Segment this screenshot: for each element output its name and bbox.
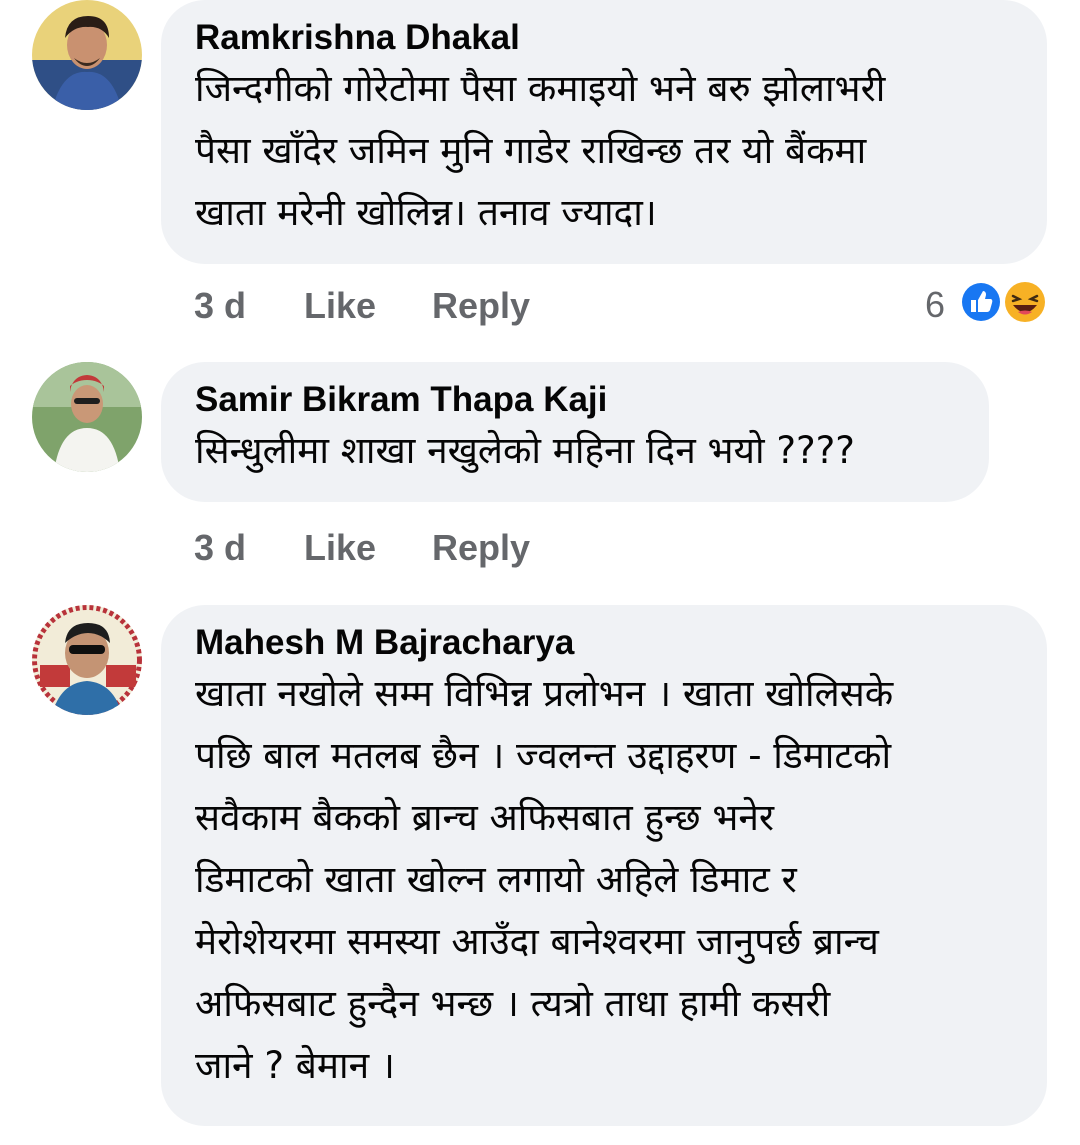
comment-text-line: जाने ? बेमान । xyxy=(195,1044,395,1087)
comment-text-line: डिमाटको खाता खोल्न लगायो अहिले डिमाट र xyxy=(195,858,797,901)
avatar[interactable] xyxy=(32,0,142,110)
comment-text-line: सिन्धुलीमा शाखा नखुलेको महिना दिन भयो ??… xyxy=(195,429,855,472)
comment-text-line: खाता नखोले सम्म विभिन्न प्रलोभन । खाता ख… xyxy=(195,672,894,715)
like-icon xyxy=(960,281,1002,323)
comment-author[interactable]: Samir Bikram Thapa Kaji xyxy=(195,380,955,420)
comment-text-line: जिन्दगीको गोरेटोमा पैसा कमाइयो भने बरु झ… xyxy=(195,67,886,110)
comments-thread: Ramkrishna Dhakal जिन्दगीको गोरेटोमा पैस… xyxy=(0,0,1080,1145)
comment-author[interactable]: Mahesh M Bajracharya xyxy=(195,623,1013,663)
haha-icon xyxy=(1005,282,1045,322)
reply-button[interactable]: Reply xyxy=(432,285,530,327)
comment-bubble: Ramkrishna Dhakal जिन्दगीको गोरेटोमा पैस… xyxy=(161,0,1047,264)
comment-text-line: पछि बाल मतलब छैन । ज्वलन्त उद्दाहरण - डि… xyxy=(195,734,892,777)
comment-bubble: Mahesh M Bajracharya खाता नखोले सम्म विभ… xyxy=(161,605,1047,1126)
avatar[interactable] xyxy=(32,605,142,715)
comment-text-line: सवैकाम बैकको ब्रान्च अफिसबात हुन्छ भनेर xyxy=(195,796,775,839)
comment-bubble: Samir Bikram Thapa Kaji सिन्धुलीमा शाखा … xyxy=(161,362,989,502)
comment-author[interactable]: Ramkrishna Dhakal xyxy=(195,18,1013,58)
reaction-count: 6 xyxy=(925,284,946,325)
comment-timestamp[interactable]: 3 d xyxy=(194,527,246,569)
comment-text: सिन्धुलीमा शाखा नखुलेको महिना दिन भयो ??… xyxy=(195,420,955,482)
comment-text: खाता नखोले सम्म विभिन्न प्रलोभन । खाता ख… xyxy=(195,663,1013,1097)
reply-button[interactable]: Reply xyxy=(432,527,530,569)
comment-text-line: अफिसबाट हुन्दैन भन्छ । त्यत्रो ताधा हामी… xyxy=(195,982,831,1025)
comment-text-line: मेरोशेयरमा समस्या आउँदा बानेश्वरमा जानुप… xyxy=(195,920,879,963)
avatar[interactable] xyxy=(32,362,142,472)
comment-timestamp[interactable]: 3 d xyxy=(194,285,246,327)
comment-text-line: पैसा खाँदेर जमिन मुनि गाडेर राखिन्छ तर य… xyxy=(195,129,867,172)
comment-text: जिन्दगीको गोरेटोमा पैसा कमाइयो भने बरु झ… xyxy=(195,58,1013,244)
like-button[interactable]: Like xyxy=(304,285,376,327)
comment-text-line: खाता मरेनी खोलिन्न। तनाव ज्यादा। xyxy=(195,191,657,234)
like-button[interactable]: Like xyxy=(304,527,376,569)
